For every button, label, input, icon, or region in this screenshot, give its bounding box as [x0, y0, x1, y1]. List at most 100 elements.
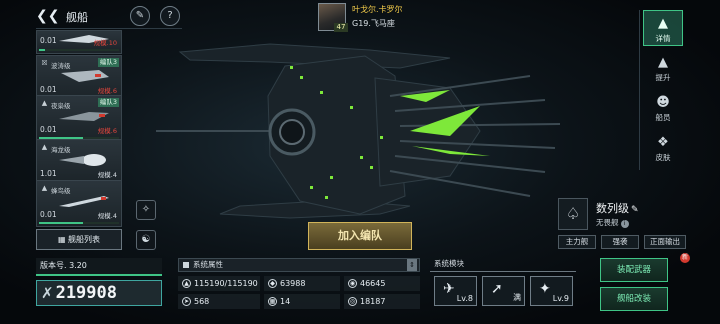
- ship-illustration: [156, 43, 561, 219]
- module-slot[interactable]: ➚ 满: [482, 276, 525, 306]
- modules-header: 系统模块: [430, 258, 576, 272]
- swords-icon: ✗: [41, 284, 54, 302]
- attribute-speed: ➤ 568: [178, 294, 260, 309]
- ship-tag: 正面输出: [644, 235, 686, 249]
- equip-weapons-button[interactable]: 装配武器: [600, 258, 668, 282]
- sort-icon[interactable]: ☯: [136, 230, 156, 250]
- module-c-icon: ✦: [539, 281, 551, 297]
- power-value: 219908: [55, 283, 117, 303]
- shield-icon: ◉: [348, 279, 357, 288]
- armor-icon: ◆: [268, 279, 277, 288]
- module-level: Lv.8: [456, 294, 473, 303]
- tab-label: 提升: [655, 73, 671, 82]
- ship-progress-bar: [39, 222, 119, 224]
- grid-icon: ▦: [57, 235, 66, 244]
- attribute-shield: ◉ 46645: [344, 276, 420, 291]
- attribute-value: 14: [280, 297, 291, 306]
- ship-thumbnail-icon: [61, 70, 109, 82]
- page-title: 舰船: [66, 11, 88, 24]
- attribute-target: ◎ 18187: [344, 294, 420, 309]
- square-icon: [183, 262, 189, 268]
- frigate-icon: ▲: [41, 143, 48, 151]
- info-icon[interactable]: i: [620, 220, 629, 228]
- ship-version: 1.01: [40, 169, 57, 178]
- tab-upgrade[interactable]: ▲ 提升: [643, 50, 683, 86]
- attribute-armor: ◆ 63988: [264, 276, 340, 291]
- skin-icon: ❖: [657, 135, 669, 150]
- rename-icon[interactable]: ✎: [631, 205, 639, 215]
- ship-class-name: 数列级 ✎: [596, 200, 639, 216]
- module-level: 满: [513, 293, 521, 302]
- target-icon: ◎: [348, 297, 357, 306]
- version-label: 版本号. 3.20: [36, 258, 162, 276]
- attributes-title: 系统属性: [193, 260, 223, 269]
- back-button[interactable]: ❮❮: [36, 8, 59, 24]
- fleet-list-button[interactable]: ▦ 舰船列表: [36, 229, 122, 250]
- commander-name: 叶戈尔.卡罗尔: [352, 5, 403, 14]
- fighter-icon: ▲: [41, 184, 48, 192]
- ship-type-label: 无畏舰: [596, 218, 619, 227]
- tab-divider: [639, 10, 640, 170]
- ship-modify-button[interactable]: 舰船改装: [600, 287, 668, 311]
- squad-badge: 编队3: [97, 98, 119, 107]
- ship-thumbnail-icon: [59, 112, 109, 121]
- attribute-value: 46645: [360, 279, 386, 288]
- attribute-value: 568: [194, 297, 210, 306]
- close-icon[interactable]: ☒: [40, 59, 49, 68]
- ship-version: 0.01: [40, 85, 57, 94]
- upgrade-icon: ▲: [658, 55, 668, 70]
- help-icon[interactable]: ?: [160, 6, 180, 26]
- ship-scale: 规模.4: [97, 212, 117, 220]
- notification-badge: 新: [680, 253, 690, 263]
- ship-card[interactable]: ▲ 夜枭级 编队3 0.01 规模.6: [36, 95, 122, 142]
- attribute-value: 18187: [360, 297, 386, 306]
- attributes-header[interactable]: 系统属性 ⇕: [178, 258, 420, 272]
- ship-tag: 主力舰: [558, 235, 596, 249]
- squad-badge: 编队3: [97, 58, 119, 67]
- ship-version: 0.01: [40, 125, 57, 134]
- attribute-value: 115190/115190: [194, 279, 258, 288]
- filter-icon[interactable]: ✧: [136, 200, 156, 220]
- module-slot[interactable]: ✦ Lv.9: [530, 276, 573, 306]
- join-fleet-button[interactable]: 加入编队: [308, 222, 412, 250]
- commander-level: 47: [334, 23, 348, 32]
- tab-details[interactable]: ▲ 详情: [643, 10, 683, 46]
- ship-scale: 规模.10: [93, 39, 117, 47]
- ship-version: 0.01: [40, 36, 57, 45]
- tab-crew[interactable]: ☻ 船员: [643, 90, 683, 126]
- attribute-hp: ▲ 115190/115190: [178, 276, 260, 291]
- commander-location: G19.飞马座: [352, 19, 395, 28]
- ship-card[interactable]: ▲ 海龙级 1.01 规模.4: [36, 139, 122, 186]
- ship-class-icon: ♤: [558, 198, 588, 230]
- ship-version: 0.01: [40, 210, 57, 219]
- tab-label: 详情: [655, 34, 671, 43]
- edit-icon[interactable]: ✎: [130, 6, 150, 26]
- fighter-icon: ▲: [41, 99, 48, 107]
- top-divider: [36, 28, 182, 29]
- ship-screen: ❮❮ 舰船 ✎ ? 47 叶戈尔.卡罗尔 G19.飞马座 0.01 规模.10 …: [0, 0, 720, 324]
- module-level: Lv.9: [552, 294, 569, 303]
- hp-icon: ▲: [182, 279, 191, 288]
- ship-tag: 强袭: [601, 235, 639, 249]
- attribute-grid: ▦ 14: [264, 294, 340, 309]
- combat-power: ✗ 219908: [36, 280, 162, 306]
- ship-scale: 规模.6: [97, 127, 117, 135]
- fleet-list-label: 舰船列表: [68, 235, 101, 244]
- tab-skin[interactable]: ❖ 皮肤: [643, 130, 683, 166]
- ship-card[interactable]: 0.01 规模.10: [36, 30, 122, 54]
- grid-icon: ▦: [268, 297, 277, 306]
- speed-icon: ➤: [182, 297, 191, 306]
- ship-scale: 规模.6: [97, 87, 117, 95]
- module-slot[interactable]: ✈ Lv.8: [434, 276, 477, 306]
- ship-card[interactable]: ▲ 蜂鸟级 0.01 规模.4: [36, 180, 122, 227]
- ship-sub-name: 无畏舰 i: [596, 217, 629, 228]
- tab-label: 皮肤: [655, 153, 671, 162]
- ship-class-label: 数列级: [596, 202, 629, 215]
- module-b-icon: ➚: [491, 281, 503, 297]
- tab-label: 船员: [655, 113, 671, 122]
- details-icon: ▲: [658, 16, 668, 31]
- ship-thumbnail-icon: [59, 154, 106, 166]
- module-a-icon: ✈: [443, 281, 455, 297]
- sort-arrows-icon[interactable]: ⇕: [407, 259, 417, 271]
- crew-icon: ☻: [656, 95, 670, 110]
